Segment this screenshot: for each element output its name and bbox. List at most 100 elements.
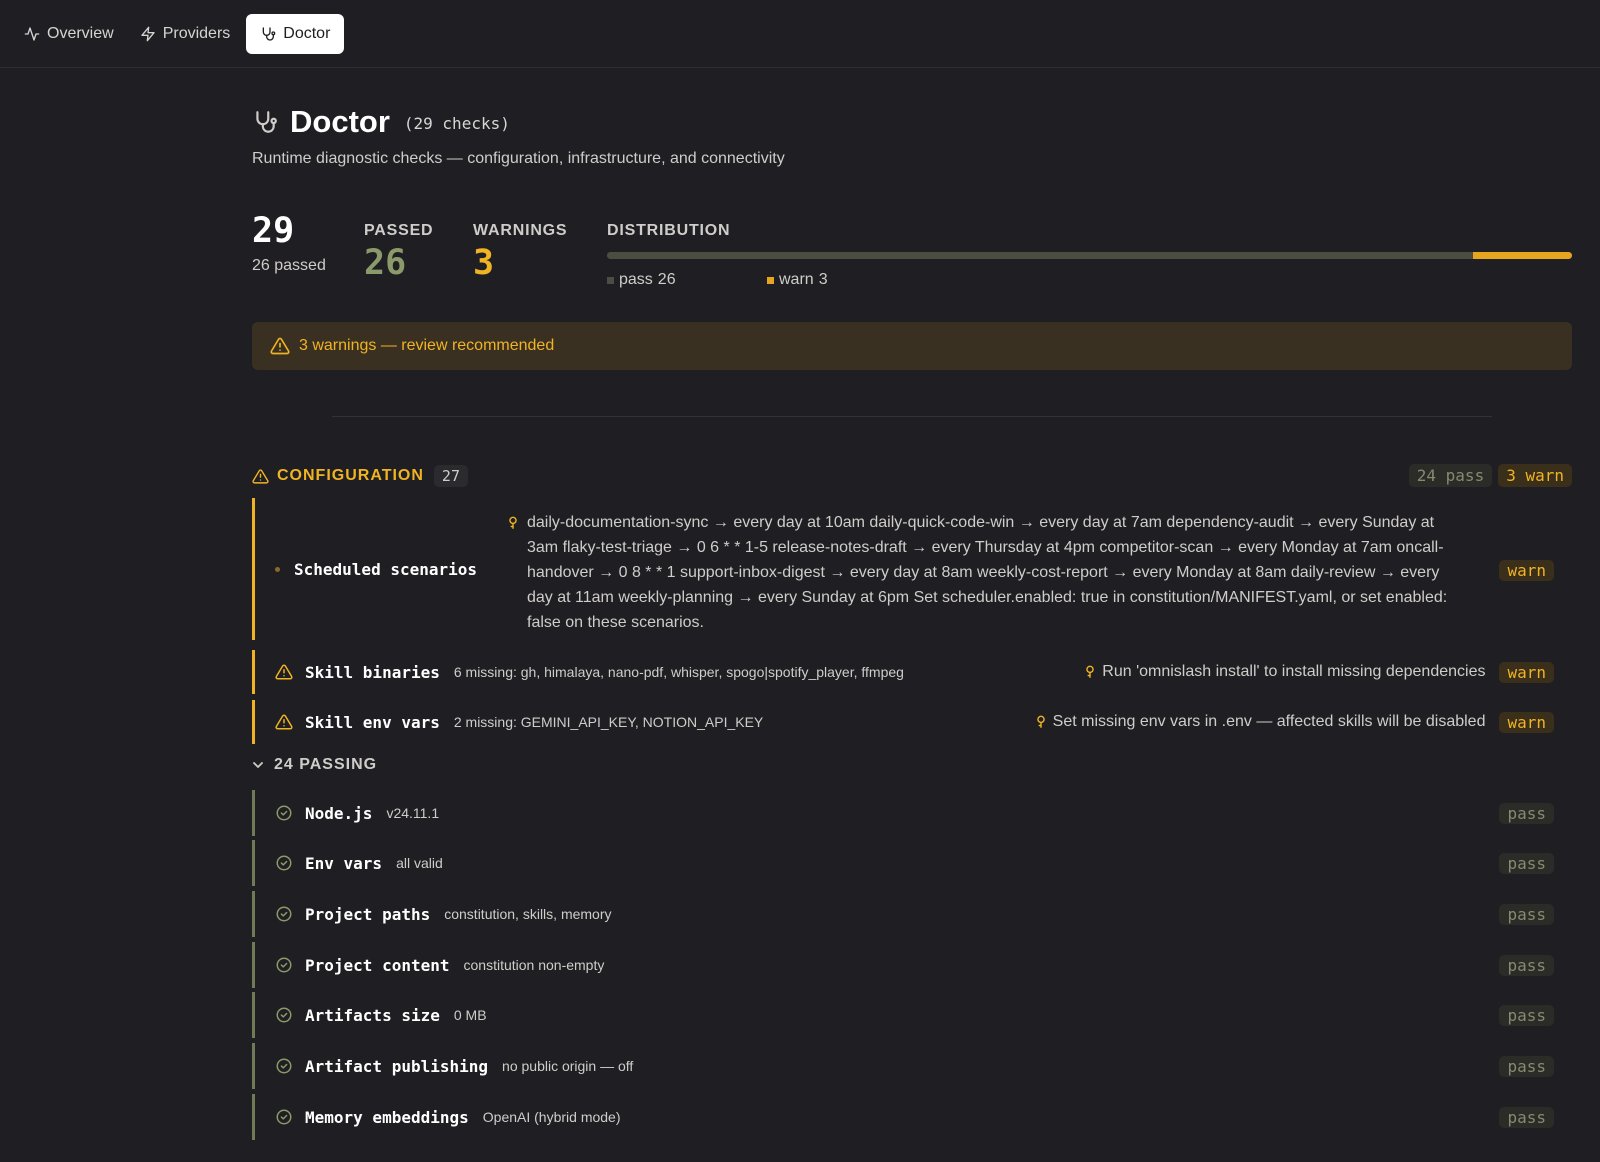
warning-triangle-icon (275, 714, 293, 730)
check-circle-icon (276, 805, 292, 821)
check-name: Skill env vars (305, 712, 440, 732)
check-circle-icon (276, 957, 292, 973)
check-detail: 0 MB (453, 1007, 487, 1023)
status-badge: pass (1499, 852, 1554, 874)
divider (332, 416, 1492, 417)
distribution-bar (607, 252, 1572, 259)
check-detail: 6 missing: gh, himalaya, nano-pdf, whisp… (453, 664, 904, 680)
check-row-env-vars[interactable]: Env vars all valid pass (252, 840, 1572, 886)
check-detail: no public origin — off (502, 1058, 634, 1074)
status-badge: pass (1499, 802, 1554, 824)
status-badge: warn (1499, 560, 1554, 581)
stat-passed-value: 26 (364, 243, 407, 283)
lightbulb-icon (1086, 665, 1095, 678)
check-hint: Run 'omnislash install' to install missi… (1084, 663, 1485, 681)
status-badge: pass (1499, 1106, 1554, 1128)
check-hint-text: Run 'omnislash install' to install missi… (1102, 663, 1486, 680)
warning-triangle-icon (270, 337, 290, 355)
tab-doctor[interactable]: Doctor (246, 13, 345, 54)
check-name: Env vars (305, 853, 383, 873)
status-badge: pass (1499, 1004, 1554, 1026)
legend-warn: warn 3 (767, 271, 828, 289)
check-name: Skill binaries (305, 662, 440, 682)
check-name: Project content (305, 955, 450, 975)
check-hint: daily-documentation-sync → every day at … (507, 510, 1457, 635)
stat-total: 29 26 passed (252, 214, 326, 275)
section-configuration-header[interactable]: CONFIGURATION 27 24 pass 3 warn (252, 464, 1572, 488)
bullet-dot-icon (275, 566, 280, 572)
check-row-skill-binaries[interactable]: Skill binaries 6 missing: gh, himalaya, … (252, 650, 1572, 694)
page-header: Doctor (29 checks) (252, 104, 510, 140)
warning-banner-text: 3 warnings — review recommended (299, 337, 555, 354)
check-detail: 2 missing: GEMINI_API_KEY, NOTION_API_KE… (453, 714, 764, 730)
check-row-project-content[interactable]: Project content constitution non-empty p… (252, 942, 1572, 988)
check-hint-text: Set missing env vars in .env — affected … (1052, 713, 1486, 730)
legend-pass: pass 26 (607, 271, 676, 289)
check-row-skill-env-vars[interactable]: Skill env vars 2 missing: GEMINI_API_KEY… (252, 700, 1572, 744)
check-name: Scheduled scenarios (294, 559, 478, 579)
distribution-label: DISTRIBUTION (607, 222, 731, 239)
distribution-warn-segment (1472, 252, 1572, 259)
section-pass-pill: 24 pass (1408, 464, 1493, 487)
check-circle-icon (276, 1058, 292, 1074)
check-circle-icon (276, 1109, 292, 1125)
distribution: DISTRIBUTION pass 26 warn 3 (607, 222, 1572, 291)
check-row-artifact-publishing[interactable]: Artifact publishing no public origin — o… (252, 1043, 1572, 1089)
check-circle-icon (276, 1007, 292, 1023)
section-pills: 24 pass 3 warn (1408, 464, 1572, 487)
check-circle-icon (276, 855, 292, 871)
passing-toggle[interactable]: 24 PASSING (252, 756, 377, 774)
distribution-legend: pass 26 warn 3 (607, 271, 1572, 291)
tab-overview[interactable]: Overview (14, 14, 124, 54)
section-title: CONFIGURATION (277, 467, 424, 484)
stat-passed-label: PASSED (364, 222, 434, 239)
check-row-memory-embeddings[interactable]: Memory embeddings OpenAI (hybrid mode) p… (252, 1094, 1572, 1140)
stat-warnings-value: 3 (473, 243, 495, 283)
status-badge: warn (1499, 711, 1554, 733)
stat-total-sub: 26 passed (252, 257, 326, 274)
passing-label: 24 PASSING (274, 756, 378, 773)
stat-warnings-label: WARNINGS (473, 222, 568, 239)
check-row-nodejs[interactable]: Node.js v24.11.1 pass (252, 790, 1572, 836)
legend-pass-swatch (607, 276, 614, 284)
status-badge: pass (1499, 1055, 1554, 1077)
check-detail: all valid (396, 855, 443, 871)
distribution-pass-segment (607, 252, 1473, 259)
activity-icon (24, 26, 40, 41)
check-circle-icon (276, 906, 292, 922)
stethoscope-icon (256, 111, 277, 133)
top-nav: Overview Providers Doctor (0, 0, 1600, 68)
tab-providers[interactable]: Providers (130, 14, 241, 54)
stat-warnings: WARNINGS 3 (473, 222, 567, 281)
legend-warn-value: 3 (818, 271, 828, 288)
warning-banner: 3 warnings — review recommended (252, 322, 1572, 370)
check-row-artifacts-size[interactable]: Artifacts size 0 MB pass (252, 992, 1572, 1038)
legend-pass-value: 26 (657, 271, 676, 288)
status-badge: warn (1499, 661, 1554, 683)
warning-triangle-icon (252, 468, 269, 484)
lightbulb-icon (509, 516, 517, 529)
check-detail: constitution, skills, memory (444, 906, 612, 922)
tab-providers-label: Providers (162, 24, 231, 42)
warning-triangle-icon (275, 664, 293, 680)
check-row-scheduled-scenarios[interactable]: Scheduled scenarios daily-documentation-… (252, 498, 1572, 640)
check-count: (29 checks) (403, 113, 510, 133)
chevron-down-icon (253, 762, 263, 768)
tab-overview-label: Overview (47, 24, 114, 42)
stethoscope-icon (262, 26, 276, 41)
legend-pass-label: pass (619, 271, 653, 288)
stat-total-value: 29 (252, 211, 295, 251)
legend-warn-swatch (767, 276, 774, 284)
stat-passed: PASSED 26 (364, 222, 433, 281)
legend-warn-label: warn (779, 271, 814, 288)
check-name: Node.js (305, 803, 373, 823)
check-hint-text: daily-documentation-sync → every day at … (527, 514, 1448, 631)
check-name: Project paths (305, 904, 431, 924)
check-row-project-paths[interactable]: Project paths constitution, skills, memo… (252, 891, 1572, 937)
check-name: Artifact publishing (305, 1056, 489, 1076)
page-subtitle: Runtime diagnostic checks — configuratio… (252, 150, 785, 167)
check-detail: constitution non-empty (463, 957, 605, 973)
check-detail: OpenAI (hybrid mode) (482, 1109, 621, 1125)
check-detail: v24.11.1 (386, 805, 440, 821)
section-count: 27 (433, 465, 468, 487)
